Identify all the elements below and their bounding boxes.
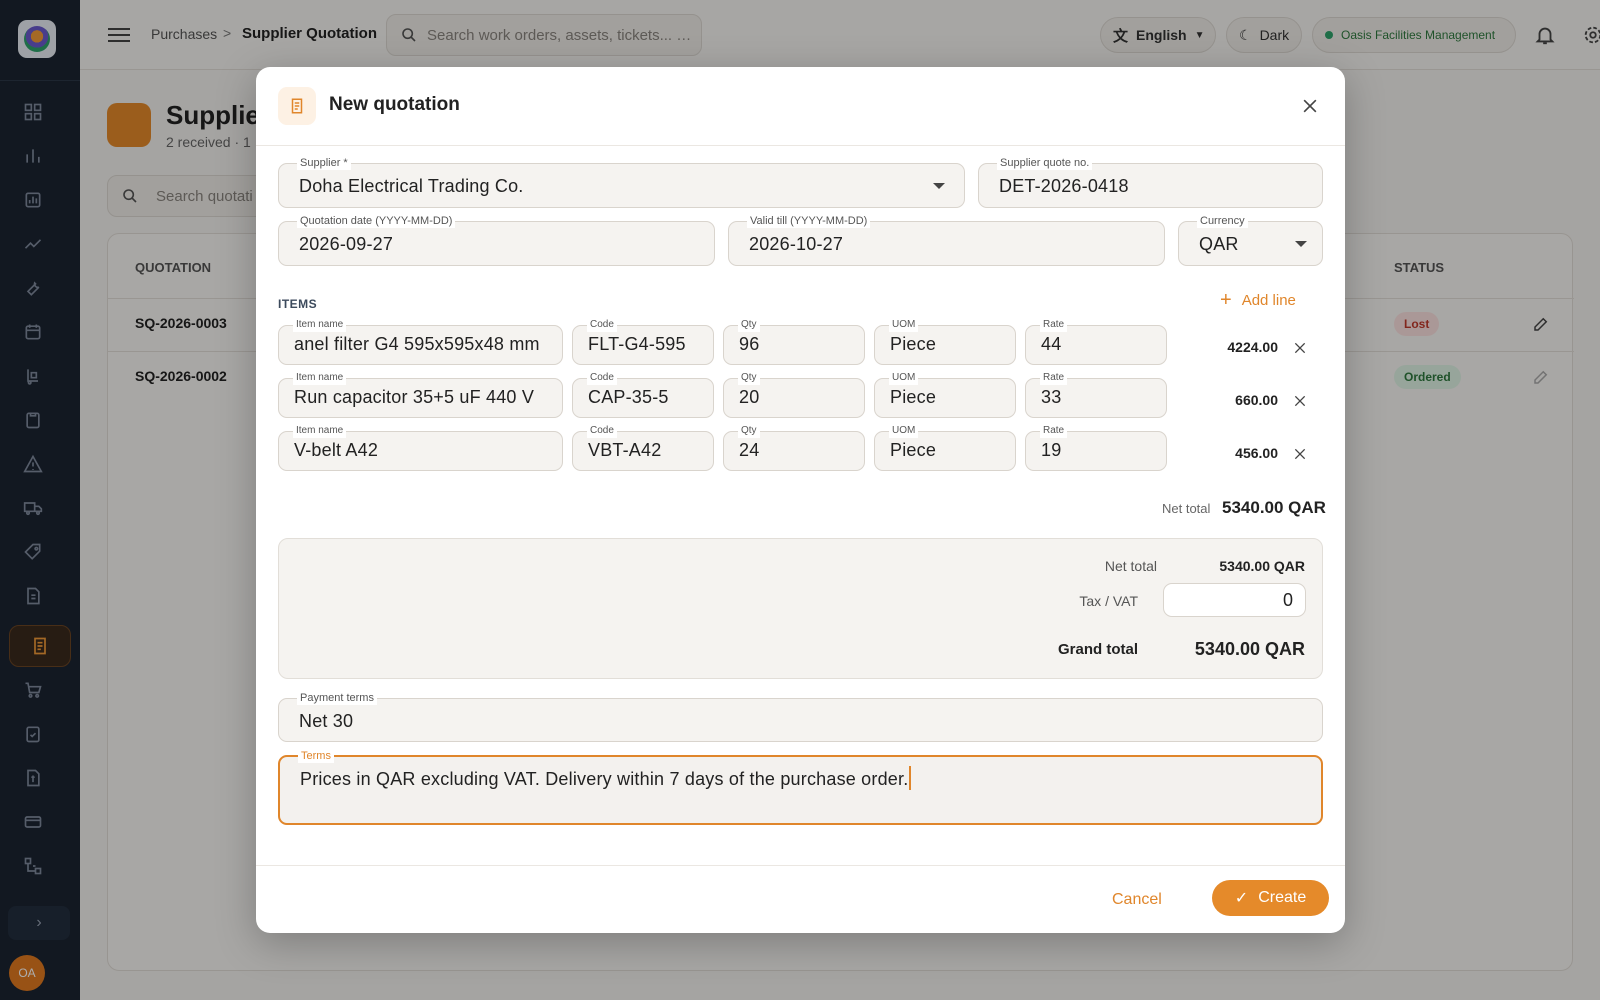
item-rate-field[interactable]: Rate 19 (1025, 424, 1167, 471)
item-name-field[interactable]: Item name V-belt A42 (278, 424, 563, 471)
field-value: 33 (1041, 387, 1062, 407)
check-icon: ✓ (1234, 890, 1249, 907)
field-label: Code (587, 318, 617, 332)
field-label: Supplier * (297, 156, 351, 170)
field-label: Terms (298, 749, 334, 763)
item-uom-field[interactable]: UOM Piece (874, 371, 1016, 418)
field-label: Item name (293, 318, 347, 332)
new-quotation-dialog: New quotation Supplier * Doha Electrical… (256, 67, 1345, 933)
field-value: anel filter G4 595x595x48 mm (294, 334, 540, 354)
net-total-label: Net total (1162, 501, 1211, 516)
item-name-field[interactable]: Item name anel filter G4 595x595x48 mm (278, 318, 563, 365)
field-label: Valid till (YYYY-MM-DD) (747, 214, 871, 228)
item-uom-field[interactable]: UOM Piece (874, 318, 1016, 365)
item-rate-field[interactable]: Rate 44 (1025, 318, 1167, 365)
field-label: UOM (889, 318, 919, 332)
field-value: Doha Electrical Trading Co. (299, 176, 524, 196)
dialog-header: New quotation (256, 67, 1345, 146)
field-label: UOM (889, 371, 919, 385)
currency-select[interactable]: Currency QAR (1178, 214, 1323, 266)
field-value: 44 (1041, 334, 1062, 354)
add-line-label: Add line (1241, 291, 1296, 309)
text-cursor (909, 766, 912, 790)
valid-till-field[interactable]: Valid till (YYYY-MM-DD) 2026-10-27 (728, 214, 1165, 266)
totals-net-label: Net total (1104, 558, 1157, 574)
item-qty-field[interactable]: Qty 24 (723, 424, 865, 471)
field-value: 2026-10-27 (749, 234, 844, 254)
field-value: Prices in QAR excluding VAT. Delivery wi… (300, 766, 912, 790)
supplier-select[interactable]: Supplier * Doha Electrical Trading Co. (278, 156, 965, 208)
field-value: Net 30 (299, 711, 354, 731)
field-label: Qty (738, 318, 760, 332)
item-code-field[interactable]: Code CAP-35-5 (572, 371, 714, 418)
field-label: UOM (889, 424, 919, 438)
dialog-title: New quotation (329, 94, 460, 115)
field-value: CAP-35-5 (588, 387, 669, 407)
field-label: Item name (293, 371, 347, 385)
add-line-button[interactable]: + Add line (1220, 289, 1296, 311)
field-label: Quotation date (YYYY-MM-DD) (297, 214, 456, 228)
supplier-quote-no-field[interactable]: Supplier quote no. DET-2026-0418 (978, 156, 1323, 208)
field-label: Code (587, 424, 617, 438)
terms-textarea[interactable]: Terms Prices in QAR excluding VAT. Deliv… (278, 749, 1323, 825)
field-value: 24 (739, 440, 760, 460)
field-value: DET-2026-0418 (999, 176, 1129, 196)
field-value: Piece (890, 387, 937, 407)
quotation-date-field[interactable]: Quotation date (YYYY-MM-DD) 2026-09-27 (278, 214, 715, 266)
totals-panel: Net total 5340.00 QAR Tax / VAT 0 Grand … (278, 538, 1323, 679)
grand-total-label: Grand total (1057, 641, 1138, 658)
close-icon[interactable] (1300, 96, 1320, 116)
quotation-icon (278, 87, 316, 125)
create-label: Create (1258, 889, 1307, 906)
item-qty-field[interactable]: Qty 96 (723, 318, 865, 365)
item-rate-field[interactable]: Rate 33 (1025, 371, 1167, 418)
field-value: QAR (1199, 234, 1239, 254)
remove-line-icon[interactable] (1292, 446, 1308, 462)
grand-total-value: 5340.00 QAR (1194, 639, 1305, 659)
item-code-field[interactable]: Code VBT-A42 (572, 424, 714, 471)
tax-label: Tax / VAT (1079, 593, 1138, 609)
line-amount: 660.00 (1235, 392, 1278, 408)
field-label: Rate (1040, 371, 1068, 385)
field-label: Item name (293, 424, 347, 438)
field-value: VBT-A42 (588, 440, 662, 460)
cancel-button[interactable]: Cancel (1112, 891, 1162, 909)
field-value: Piece (890, 440, 937, 460)
field-value: 2026-09-27 (299, 234, 394, 254)
field-label: Qty (738, 371, 760, 385)
totals-net-value: 5340.00 QAR (1219, 558, 1305, 574)
field-value: V-belt A42 (294, 440, 379, 460)
line-amount: 4224.00 (1227, 339, 1278, 355)
items-section-label: ITEMS (278, 297, 318, 311)
remove-line-icon[interactable] (1292, 340, 1308, 356)
field-label: Payment terms (297, 691, 377, 705)
field-label: Rate (1040, 318, 1068, 332)
caret-down-icon (1295, 241, 1307, 247)
field-value: Piece (890, 334, 937, 354)
plus-icon: + (1220, 289, 1232, 311)
dialog-footer: Cancel ✓ Create (256, 865, 1345, 933)
field-value: 96 (739, 334, 760, 354)
item-qty-field[interactable]: Qty 20 (723, 371, 865, 418)
terms-text: Prices in QAR excluding VAT. Delivery wi… (300, 769, 909, 789)
field-label: Rate (1040, 424, 1068, 438)
item-name-field[interactable]: Item name Run capacitor 35+5 uF 440 V (278, 371, 563, 418)
field-label: Currency (1197, 214, 1248, 228)
net-total-value: 5340.00 QAR (1222, 498, 1326, 517)
payment-terms-field[interactable]: Payment terms Net 30 (278, 691, 1323, 742)
field-value: Run capacitor 35+5 uF 440 V (294, 387, 535, 407)
field-value: 19 (1041, 440, 1062, 460)
tax-input[interactable]: 0 (1163, 583, 1306, 617)
field-value: FLT-G4-595 (588, 334, 686, 354)
field-value: 20 (739, 387, 760, 407)
create-button[interactable]: ✓ Create (1212, 880, 1329, 916)
field-label: Qty (738, 424, 760, 438)
item-uom-field[interactable]: UOM Piece (874, 424, 1016, 471)
caret-down-icon (933, 183, 945, 189)
field-label: Code (587, 371, 617, 385)
line-amount: 456.00 (1235, 445, 1278, 461)
field-label: Supplier quote no. (997, 156, 1093, 170)
item-code-field[interactable]: Code FLT-G4-595 (572, 318, 714, 365)
remove-line-icon[interactable] (1292, 393, 1308, 409)
